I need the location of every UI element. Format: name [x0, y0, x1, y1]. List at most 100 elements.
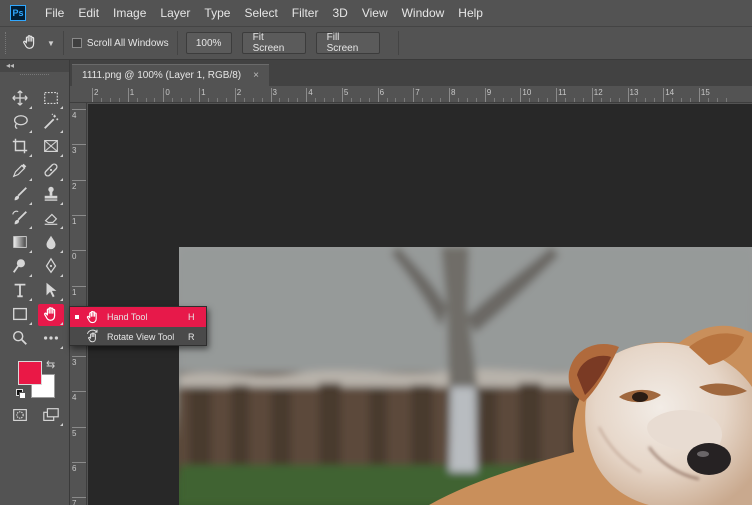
document-tab[interactable]: 1111.png @ 100% (Layer 1, RGB/8) ×	[72, 64, 269, 86]
quick-mask-icon	[11, 406, 29, 427]
ruler-minor-tick	[208, 98, 210, 102]
hand-icon	[42, 305, 60, 326]
hand-icon	[21, 33, 39, 54]
ruler-minor-tick	[716, 98, 718, 102]
menu-view[interactable]: View	[355, 0, 395, 26]
lasso-tool[interactable]	[7, 112, 33, 134]
rectangle-tool[interactable]	[7, 304, 33, 326]
type-tool[interactable]	[7, 280, 33, 302]
vertical-ruler[interactable]: 432101234567	[70, 103, 87, 505]
ruler-minor-tick	[145, 98, 147, 102]
ruler-label: 2	[94, 88, 99, 97]
ruler-label: 12	[593, 88, 603, 97]
ruler-minor-tick	[297, 98, 299, 102]
drop-icon	[42, 233, 60, 254]
marquee-tool[interactable]	[38, 88, 64, 110]
magnifier-icon	[11, 329, 29, 350]
close-icon[interactable]: ×	[253, 70, 259, 81]
tools-panel-collapse[interactable]: ◂◂	[0, 60, 69, 72]
tools-panel-grip[interactable]	[20, 74, 49, 80]
tools-panel: ◂◂ ⇆	[0, 60, 70, 505]
photoshop-logo[interactable]: Ps	[10, 5, 26, 21]
menu-3d[interactable]: 3D	[325, 0, 354, 26]
ruler-label: 1	[72, 216, 77, 226]
ruler-major-tick	[413, 88, 415, 102]
magic-wand-tool[interactable]	[38, 112, 64, 134]
ruler-major-tick	[556, 88, 558, 102]
menu-file[interactable]: File	[38, 0, 71, 26]
history-brush-tool[interactable]	[7, 208, 33, 230]
ruler-label: 2	[72, 181, 77, 191]
pen-tool[interactable]	[38, 256, 64, 278]
default-colors-icon[interactable]	[16, 389, 26, 399]
hand-tool[interactable]	[38, 304, 64, 326]
ruler-minor-tick	[350, 98, 352, 102]
quick-mask-button[interactable]	[7, 405, 33, 427]
ruler-major-tick	[627, 88, 629, 102]
eyedropper-icon	[11, 161, 29, 182]
menu-window[interactable]: Window	[395, 0, 452, 26]
blur-tool[interactable]	[38, 232, 64, 254]
ruler-major-tick	[72, 462, 86, 463]
path-selection-tool[interactable]	[38, 280, 64, 302]
ruler-major-tick	[92, 88, 93, 102]
healing-brush-tool[interactable]	[38, 160, 64, 182]
zoom-100-button[interactable]: 100%	[185, 32, 232, 54]
ruler-major-tick	[591, 88, 593, 102]
menu-layer[interactable]: Layer	[153, 0, 197, 26]
gradient-tool[interactable]	[7, 232, 33, 254]
flyout-item-rotate-view-tool[interactable]: Rotate View Tool R	[70, 327, 206, 347]
foreground-color-swatch[interactable]	[18, 361, 42, 385]
ruler-major-tick	[72, 109, 86, 110]
ruler-label: 6	[72, 464, 77, 473]
ruler-label: 3	[72, 358, 77, 368]
ruler-minor-tick	[154, 98, 156, 102]
swap-colors-icon[interactable]: ⇆	[46, 358, 55, 371]
ruler-major-tick	[127, 88, 129, 102]
eraser-tool[interactable]	[38, 208, 64, 230]
dodge-tool[interactable]	[7, 256, 33, 278]
ruler-minor-tick	[324, 98, 326, 102]
ruler-minor-tick	[100, 98, 102, 102]
tool-preset-picker[interactable]: ▼	[21, 33, 55, 54]
ruler-minor-tick	[395, 98, 397, 102]
scroll-all-windows-checkbox[interactable]: Scroll All Windows	[71, 38, 169, 49]
ruler-minor-tick	[118, 98, 120, 102]
magic-wand-icon	[42, 113, 60, 134]
menu-edit[interactable]: Edit	[71, 0, 106, 26]
menu-image[interactable]: Image	[106, 0, 153, 26]
zoom-tool[interactable]	[7, 328, 33, 350]
ruler-label: 1	[201, 88, 206, 97]
canvas-area[interactable]	[88, 104, 752, 505]
history-brush-icon	[11, 209, 29, 230]
fill-screen-button[interactable]: Fill Screen	[315, 32, 380, 54]
menu-filter[interactable]: Filter	[285, 0, 326, 26]
clone-stamp-tool[interactable]	[38, 184, 64, 206]
ruler-minor-tick	[493, 98, 495, 102]
move-tool[interactable]	[7, 88, 33, 110]
options-bar-grip[interactable]	[5, 32, 9, 54]
menu-type[interactable]: Type	[197, 0, 237, 26]
menu-help[interactable]: Help	[451, 0, 490, 26]
frame-tool[interactable]	[38, 136, 64, 158]
brush-icon	[11, 185, 29, 206]
crop-tool[interactable]	[7, 136, 33, 158]
edit-toolbar-button[interactable]	[38, 328, 64, 350]
ruler-major-tick	[199, 88, 201, 102]
ruler-minor-tick	[216, 98, 218, 102]
ruler-minor-tick	[466, 98, 468, 102]
ruler-minor-tick	[359, 98, 361, 102]
screen-mode-button[interactable]	[38, 405, 64, 427]
checkbox-box[interactable]	[71, 38, 82, 48]
menu-select[interactable]: Select	[237, 0, 284, 26]
ruler-major-tick	[72, 426, 86, 428]
ruler-label: 5	[72, 428, 77, 438]
ruler-minor-tick	[618, 98, 620, 102]
ruler-label: 11	[558, 88, 567, 97]
eyedropper-tool[interactable]	[7, 160, 33, 182]
document-image	[179, 247, 752, 505]
brush-tool[interactable]	[7, 184, 33, 206]
flyout-item-hand-tool[interactable]: Hand Tool H	[70, 307, 206, 327]
fit-screen-button[interactable]: Fit Screen	[241, 32, 306, 54]
horizontal-ruler[interactable]: 2 1 0 1 2 3 4 5 6 7 8 9 10 11 12 13 14 15	[70, 86, 752, 103]
